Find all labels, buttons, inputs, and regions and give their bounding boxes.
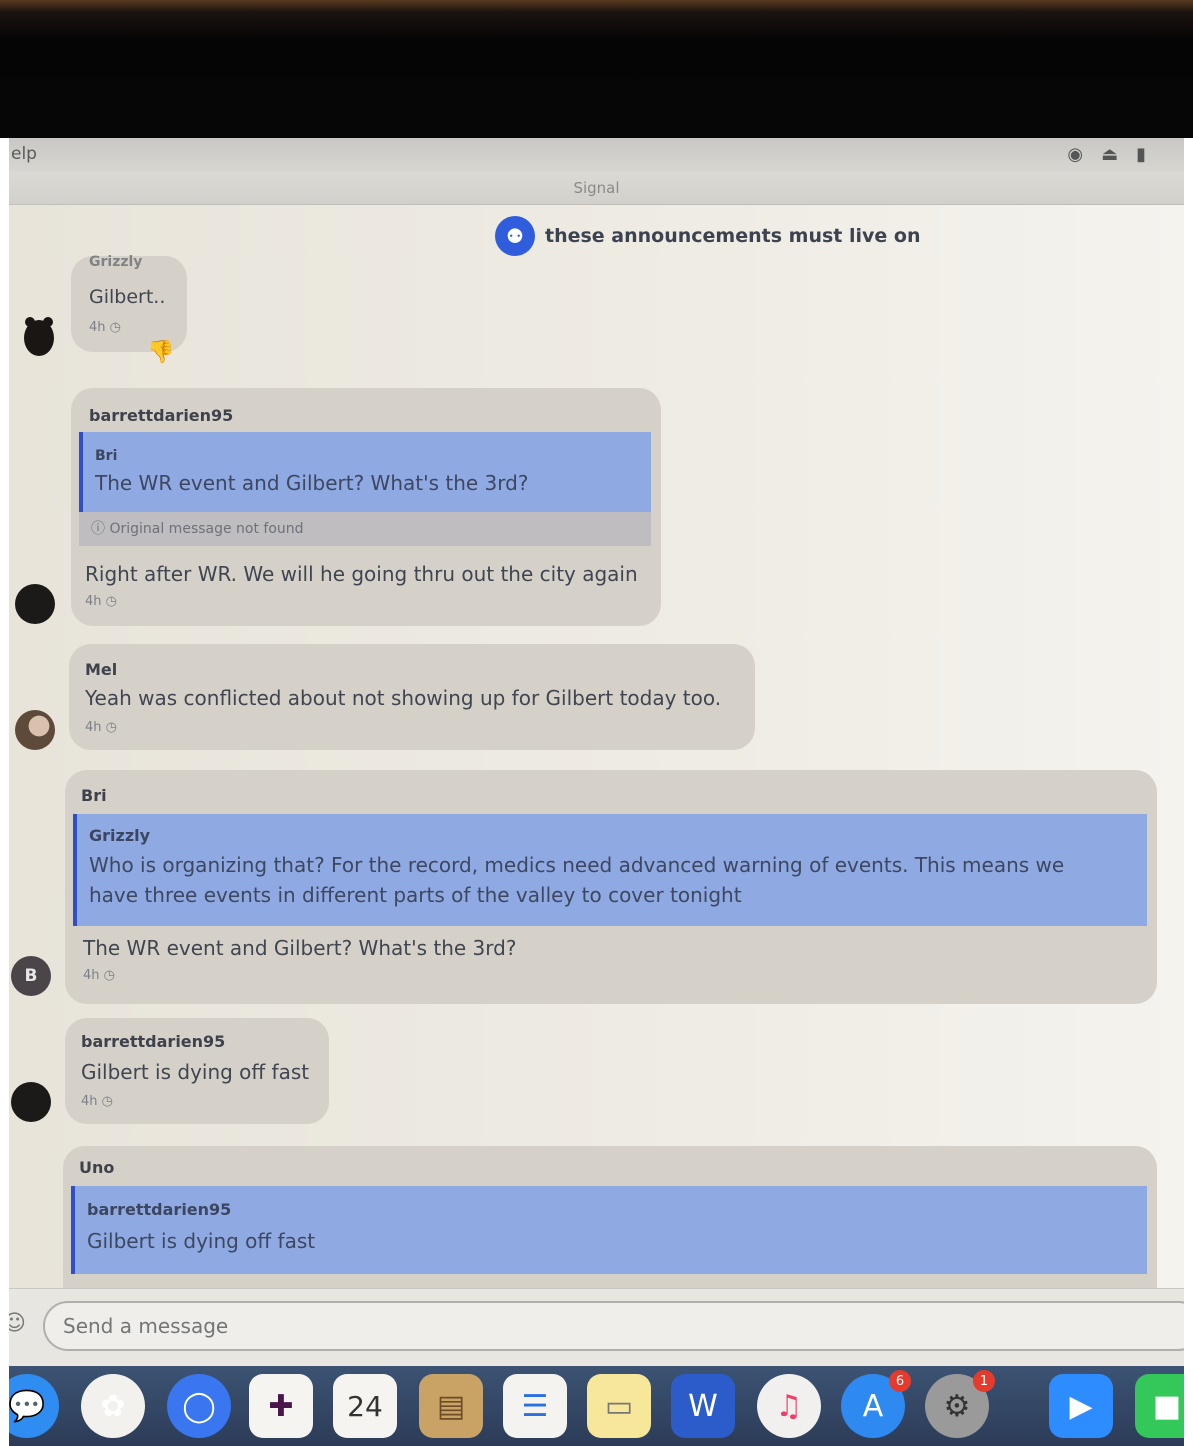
message-bubble[interactable]: Mel Yeah was conflicted about not showin… — [69, 644, 755, 750]
message-author: barrettdarien95 — [81, 1032, 226, 1051]
video-icon[interactable]: ◉ — [1067, 144, 1101, 165]
signal-app-icon[interactable]: ◯ — [167, 1374, 231, 1438]
message-time: 4h ◷ — [83, 968, 115, 983]
music-app-icon[interactable]: ♫ — [757, 1374, 821, 1438]
bear-icon — [24, 317, 54, 356]
message-input[interactable] — [43, 1301, 1184, 1351]
menu-help[interactable]: elp — [11, 144, 37, 164]
message-text: Gilbert.. — [89, 286, 166, 308]
reminders-app-icon[interactable]: ☰ — [503, 1374, 567, 1438]
signal-window: elp ◉⏏▮ Signal ⚉ these announcements mus… — [9, 138, 1184, 1446]
quote-author: barrettdarien95 — [87, 1200, 232, 1219]
quote-text: Gilbert is dying off fast — [87, 1229, 316, 1253]
conversation-header[interactable]: ⚉ these announcements must live on — [495, 216, 920, 256]
message-text: Gilbert is dying off fast — [81, 1060, 310, 1084]
avatar[interactable] — [21, 312, 57, 358]
clock-icon: ◷ — [101, 1094, 113, 1109]
photos-app-icon[interactable]: ✿ — [81, 1374, 145, 1438]
menu-bar: elp ◉⏏▮ — [9, 138, 1184, 173]
conversation-title: these announcements must live on — [545, 225, 921, 247]
quoted-message[interactable]: Bri The WR event and Gilbert? What's the… — [79, 432, 651, 512]
message-time: 4h ◷ — [85, 594, 117, 609]
message-time: 4h ◷ — [81, 1094, 113, 1109]
quote-text-line: have three events in different parts of … — [89, 883, 742, 907]
notice-icon: ⓘ — [91, 521, 105, 537]
message-time: 4h ◷ — [85, 720, 117, 735]
quoted-message[interactable]: Grizzly Who is organizing that? For the … — [73, 814, 1147, 926]
message-bubble[interactable]: Grizzly Gilbert.. 4h ◷ — [71, 254, 187, 352]
quote-author: Bri — [95, 448, 118, 464]
message-author: Uno — [79, 1158, 115, 1177]
window-titlebar: Signal — [9, 172, 1184, 205]
clock-icon: ◷ — [109, 320, 121, 335]
battery-icon[interactable]: ▮ — [1136, 144, 1164, 165]
message-bubble[interactable]: Bri Grizzly Who is organizing that? For … — [65, 770, 1157, 1004]
message-bubble[interactable]: barrettdarien95 Bri The WR event and Gil… — [71, 388, 661, 626]
airplay-icon[interactable]: ⏏ — [1101, 144, 1136, 165]
notification-badge: 6 — [889, 1370, 911, 1392]
clock-icon: ◷ — [105, 720, 117, 735]
notification-badge: 1 — [973, 1370, 995, 1392]
status-tray: ◉⏏▮ — [1067, 144, 1164, 165]
avatar[interactable] — [11, 1082, 51, 1122]
message-bubble[interactable]: Uno barrettdarien95 Gilbert is dying off… — [63, 1146, 1157, 1306]
message-author: Bri — [81, 786, 107, 805]
group-icon: ⚉ — [495, 216, 535, 256]
stickies-app-icon[interactable]: ▭ — [587, 1374, 651, 1438]
message-author: Grizzly — [89, 254, 143, 270]
emoji-icon[interactable]: ☺ — [9, 1311, 26, 1336]
calendar-app-icon[interactable]: 24 — [333, 1374, 397, 1438]
avatar[interactable]: B — [11, 956, 51, 996]
quote-text-line: Who is organizing that? For the record, … — [89, 853, 1065, 877]
dock: 💬 ✿ ◯ ✚ 24 ▤ ☰ ▭ W ♫ A6 ⚙ 1 ▶ ■ — [9, 1366, 1184, 1446]
messages-app-icon[interactable]: 💬 — [9, 1374, 59, 1438]
quote-text: The WR event and Gilbert? What's the 3rd… — [95, 471, 529, 495]
avatar[interactable] — [15, 710, 55, 750]
app-store-icon[interactable]: A6 — [841, 1370, 911, 1438]
monitor-bezel — [0, 0, 1193, 138]
original-not-found-notice: ⓘ Original message not found — [79, 512, 651, 546]
window-title: Signal — [573, 179, 620, 197]
quote-author: Grizzly — [89, 826, 151, 845]
slack-app-icon[interactable]: ✚ — [249, 1374, 313, 1438]
notes-app-icon[interactable]: ▤ — [419, 1374, 483, 1438]
message-text: Right after WR. We will he going thru ou… — [85, 562, 638, 586]
message-author: barrettdarien95 — [89, 406, 234, 425]
message-time: 4h ◷ — [89, 320, 121, 335]
message-bubble[interactable]: barrettdarien95 Gilbert is dying off fas… — [65, 1018, 329, 1124]
message-text: The WR event and Gilbert? What's the 3rd… — [83, 936, 517, 960]
composer: ☺ — [9, 1288, 1184, 1367]
clock-icon: ◷ — [103, 968, 115, 983]
avatar[interactable] — [15, 584, 55, 624]
message-text: Yeah was conflicted about not showing up… — [85, 686, 722, 710]
zoom-app-icon[interactable]: ▶ — [1049, 1374, 1113, 1438]
facetime-app-icon[interactable]: ■ — [1135, 1374, 1184, 1438]
system-preferences-icon[interactable]: ⚙ 1 — [925, 1370, 995, 1438]
quoted-message[interactable]: barrettdarien95 Gilbert is dying off fas… — [71, 1186, 1147, 1274]
word-app-icon[interactable]: W — [671, 1374, 735, 1438]
clock-icon: ◷ — [105, 594, 117, 609]
message-author: Mel — [85, 660, 118, 679]
reaction-thumbs-down[interactable]: 👎 — [147, 340, 174, 365]
